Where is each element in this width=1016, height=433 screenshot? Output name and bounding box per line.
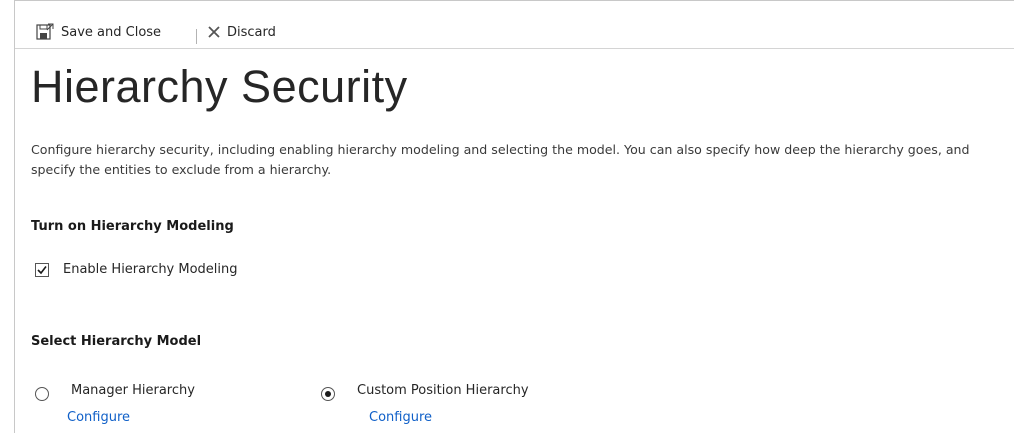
command-bar: Save and Close Discard	[15, 1, 1014, 49]
discard-label: Discard	[227, 24, 276, 40]
configure-manager-hierarchy-link[interactable]: Configure	[67, 410, 195, 425]
save-close-icon	[35, 22, 55, 42]
checkbox-box[interactable]	[35, 262, 49, 277]
page-description: Configure hierarchy security, including …	[31, 142, 970, 177]
manager-hierarchy-option: Manager Hierarchy Configure	[35, 379, 195, 425]
radio-selected-dot	[325, 391, 331, 397]
radio-button-selected[interactable]	[321, 387, 335, 401]
custom-position-hierarchy-option: Custom Position Hierarchy Configure	[321, 379, 529, 425]
enable-hierarchy-modeling-checkbox[interactable]: Enable Hierarchy Modeling	[35, 262, 238, 277]
checkmark-icon	[37, 265, 47, 274]
manager-hierarchy-label: Manager Hierarchy	[71, 382, 195, 398]
toolbar-divider	[196, 29, 197, 44]
enable-hierarchy-modeling-label: Enable Hierarchy Modeling	[63, 262, 238, 277]
custom-position-hierarchy-label: Custom Position Hierarchy	[357, 382, 529, 398]
configure-custom-position-hierarchy-link[interactable]: Configure	[369, 410, 529, 425]
save-and-close-label: Save and Close	[61, 24, 162, 40]
radio-button-unselected[interactable]	[35, 387, 49, 401]
hierarchy-security-panel: Save and Close Discard Hierarchy Securit…	[14, 0, 1014, 433]
save-and-close-button[interactable]: Save and Close	[35, 21, 161, 43]
custom-position-hierarchy-radio[interactable]: Custom Position Hierarchy	[321, 379, 529, 401]
manager-hierarchy-radio[interactable]: Manager Hierarchy	[35, 379, 195, 401]
turn-on-hierarchy-modeling-heading: Turn on Hierarchy Modeling	[31, 219, 234, 234]
select-hierarchy-model-heading: Select Hierarchy Model	[31, 334, 202, 349]
page-title: Hierarchy Security	[31, 61, 408, 112]
discard-button[interactable]: Discard	[207, 21, 276, 43]
discard-x-icon	[207, 25, 221, 39]
